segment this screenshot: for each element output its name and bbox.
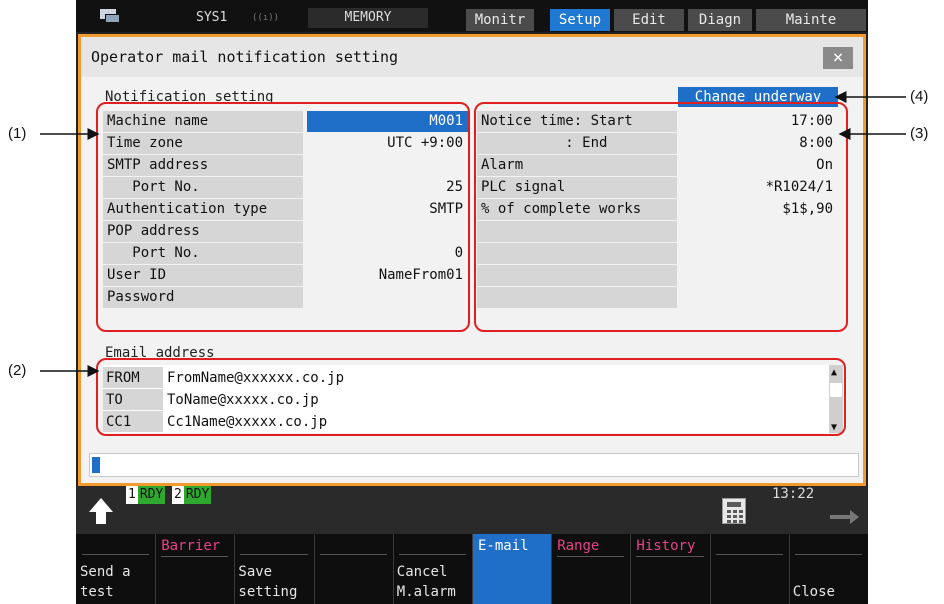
softkey-10[interactable]: Close — [789, 534, 868, 604]
input-cursor — [92, 457, 100, 473]
up-arrow-icon[interactable] — [86, 496, 116, 526]
softkey-8[interactable]: History — [630, 534, 709, 604]
softkey-2[interactable]: Barrier — [155, 534, 234, 604]
softkey-separator — [313, 534, 315, 604]
softkey-divider — [715, 554, 783, 555]
tab-monitr[interactable]: Monitr — [466, 9, 534, 31]
top-status-bar: SYS1 ((ı)) MEMORY Monitr Setup Edit Diag… — [76, 0, 868, 32]
softkey-divider — [82, 554, 150, 555]
softkey-separator — [709, 534, 711, 604]
window-icon[interactable] — [100, 9, 120, 23]
tab-diagn[interactable]: Diagn — [688, 9, 752, 31]
softkey-bar: Send a test Barrier Save setting Cancel M.a… — [76, 534, 868, 604]
highlight-box-3 — [474, 102, 848, 332]
rdy-indicator-2: 2 RDY — [172, 486, 212, 504]
softkey-1[interactable]: Send a test — [76, 534, 155, 604]
annotation-2: (2) — [8, 362, 27, 379]
tab-setup[interactable]: Setup — [550, 9, 610, 31]
softkey-upper-label: Barrier — [161, 538, 221, 554]
highlight-box-1 — [96, 102, 470, 332]
softkey-separator — [788, 534, 790, 604]
softkey-separator — [472, 534, 473, 604]
clock: 13:22 — [772, 486, 815, 502]
softkey-7[interactable]: Range — [551, 534, 630, 604]
softkey-lower-label: Save setting — [238, 564, 298, 600]
softkey-lower-label: Send a test — [80, 564, 131, 600]
softkey-divider — [557, 556, 625, 557]
softkey-upper-label: Range — [557, 538, 600, 554]
close-icon[interactable]: × — [823, 47, 853, 69]
annotation-3: (3) — [910, 125, 929, 142]
mode-label: MEMORY — [308, 8, 428, 28]
message-input-bar[interactable] — [89, 453, 859, 477]
tab-mainte[interactable]: Mainte — [756, 9, 866, 31]
softkey-6[interactable]: E-mail — [472, 534, 552, 604]
softkey-separator — [551, 534, 553, 604]
softkey-separator — [234, 534, 236, 604]
signal-icon: ((ı)) — [252, 13, 280, 23]
right-arrow-icon[interactable] — [828, 508, 860, 526]
system-label: SYS1 — [196, 10, 228, 25]
dialog-title: Operator mail notification setting — [81, 37, 863, 77]
softkey-divider — [240, 554, 308, 555]
softkey-9[interactable] — [710, 534, 789, 604]
softkey-divider — [398, 554, 466, 555]
softkey-3[interactable]: Save setting — [234, 534, 313, 604]
annotation-4: (4) — [910, 88, 929, 105]
softkey-divider — [319, 554, 387, 555]
softkey-separator — [155, 534, 157, 604]
highlight-box-2 — [96, 358, 846, 436]
softkey-upper-label: E-mail — [478, 538, 529, 554]
softkey-5[interactable]: Cancel M.alarm — [393, 534, 472, 604]
softkey-lower-label: Cancel M.alarm — [396, 564, 456, 600]
annotation-1: (1) — [8, 125, 27, 142]
softkey-separator — [630, 534, 632, 604]
calculator-icon[interactable] — [722, 498, 746, 524]
softkey-4[interactable] — [314, 534, 393, 604]
softkey-divider — [794, 554, 862, 555]
softkey-divider — [161, 556, 229, 557]
softkey-upper-label: History — [636, 538, 696, 554]
status-strip: 1 RDY 2 RDY 13:22 — [76, 486, 868, 534]
softkey-lower-label: Close — [792, 584, 835, 600]
rdy-indicator-1: 1 RDY — [126, 486, 166, 504]
tab-edit[interactable]: Edit — [614, 9, 684, 31]
softkey-separator — [392, 534, 394, 604]
softkey-divider — [636, 556, 704, 557]
